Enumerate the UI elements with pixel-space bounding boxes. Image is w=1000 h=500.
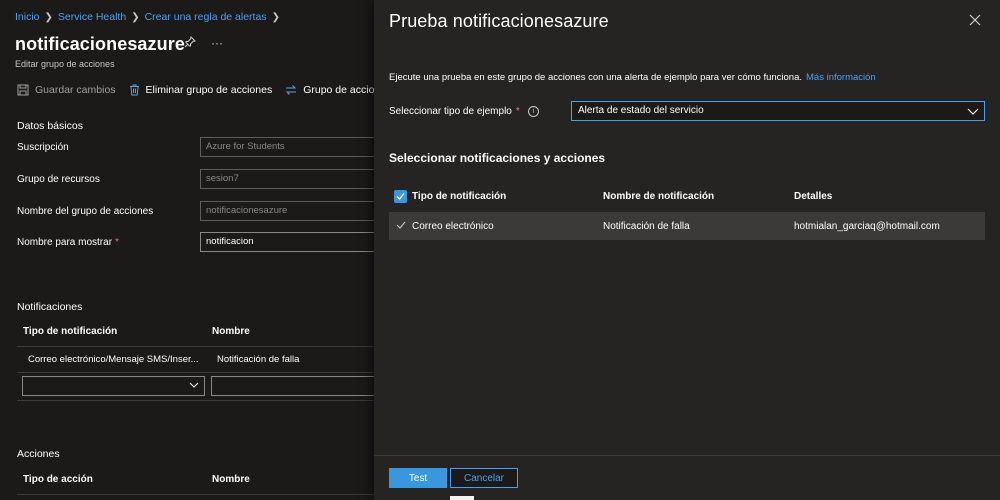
chevron-right-icon: ❯	[131, 11, 140, 23]
breadcrumb-crear-regla[interactable]: Crear una regla de alertas	[145, 11, 267, 23]
breadcrumb-service-health[interactable]: Service Health	[58, 11, 126, 23]
more-info-link[interactable]: Más información	[806, 72, 876, 83]
grid-row-type: Correo electrónico	[412, 221, 494, 232]
display-name-label: Nombre para mostrar *	[17, 237, 119, 248]
breadcrumb-inicio[interactable]: Inicio	[15, 11, 40, 23]
select-all-checkbox[interactable]	[394, 190, 407, 203]
description-text: Ejecute una prueba en este grupo de acci…	[389, 72, 802, 83]
divider	[17, 400, 374, 401]
notif-type-dropdown[interactable]	[22, 376, 205, 396]
notif-row-type: Correo electrónico/Mensaje SMS/Inser...	[28, 354, 199, 365]
subscription-label: Suscripción	[17, 142, 69, 153]
required-marker: *	[515, 106, 520, 117]
check-icon	[396, 193, 405, 200]
basics-heading: Datos básicos	[17, 120, 83, 132]
action-group-blade: Inicio ❯ Service Health ❯ Crear una regl…	[0, 0, 374, 500]
pin-icon[interactable]	[184, 36, 196, 51]
chevron-down-icon	[189, 382, 199, 388]
delete-action-group-button[interactable]: Eliminar grupo de acciones	[129, 84, 273, 96]
panel-description: Ejecute una prueba en este grupo de acci…	[389, 72, 876, 83]
actions-heading: Acciones	[17, 448, 60, 460]
cancel-button[interactable]: Cancelar	[450, 468, 518, 488]
grid-row-name: Notificación de falla	[603, 221, 690, 232]
subscription-field: Azure for Students	[200, 137, 374, 157]
breadcrumb: Inicio ❯ Service Health ❯ Crear una regl…	[15, 11, 285, 23]
notif-col-type: Tipo de notificación	[23, 326, 118, 337]
swap-icon	[285, 84, 297, 96]
title-actions: ···	[184, 36, 223, 51]
display-name-input[interactable]: notificacion	[200, 232, 374, 252]
required-marker: *	[115, 237, 119, 248]
resource-group-label: Grupo de recursos	[17, 174, 100, 185]
delete-label: Eliminar grupo de acciones	[145, 84, 273, 96]
sample-type-label: Seleccionar tipo de ejemplo * i	[389, 106, 539, 117]
section-heading: Seleccionar notificaciones y acciones	[389, 151, 606, 165]
trash-icon	[129, 84, 140, 96]
chevron-right-icon: ❯	[271, 11, 280, 23]
grid-col-details: Detalles	[794, 191, 833, 202]
notif-row-name: Notificación de falla	[217, 354, 300, 365]
test-button[interactable]: Test	[389, 468, 447, 488]
chevron-right-icon: ❯	[44, 11, 53, 23]
more-icon[interactable]: ···	[211, 36, 223, 51]
panel-title: Prueba notificacionesazure	[389, 11, 609, 31]
page-subtitle: Editar grupo de acciones	[15, 59, 115, 69]
save-icon	[17, 84, 29, 96]
close-button[interactable]	[968, 13, 982, 27]
close-icon	[969, 14, 981, 26]
notif-col-name: Nombre	[212, 326, 250, 337]
resource-group-field: sesion7	[200, 169, 374, 189]
footer-divider	[374, 455, 1000, 456]
group-name-field: notificacionesazure	[200, 201, 374, 221]
sample-type-select[interactable]: Alerta de estado del servicio	[571, 101, 985, 121]
action-group-test-button[interactable]: Grupo de acciones de	[285, 84, 374, 96]
action-col-name: Nombre	[212, 474, 250, 485]
grid-col-type: Tipo de notificación	[412, 191, 507, 202]
grid-row[interactable]: Correo electrónico Notificación de falla…	[389, 212, 985, 240]
check-icon[interactable]	[396, 220, 406, 230]
action-col-type: Tipo de acción	[23, 474, 93, 485]
group-label: Grupo de acciones de	[303, 84, 374, 96]
test-panel: Prueba notificacionesazure Ejecute una p…	[374, 0, 1000, 500]
grid-row-details: hotmialan_garciaq@hotmail.com	[794, 221, 940, 232]
info-icon[interactable]: i	[527, 106, 539, 117]
scrollbar-thumb[interactable]	[450, 496, 474, 500]
notif-name-input[interactable]	[211, 376, 374, 396]
chevron-down-icon	[967, 108, 979, 115]
group-name-label: Nombre del grupo de acciones	[17, 206, 154, 217]
divider	[17, 494, 374, 495]
notifications-heading: Notificaciones	[17, 301, 83, 313]
toolbar: Guardar cambios Eliminar grupo de accion…	[17, 84, 374, 96]
sample-type-label-text: Seleccionar tipo de ejemplo	[389, 106, 512, 117]
save-button[interactable]: Guardar cambios	[17, 84, 116, 96]
display-name-label-text: Nombre para mostrar	[17, 237, 113, 248]
sample-type-value: Alerta de estado del servicio	[578, 105, 704, 116]
save-label: Guardar cambios	[35, 84, 116, 96]
grid-col-name: Nombre de notificación	[603, 191, 715, 202]
grid-header: Tipo de notificación Nombre de notificac…	[389, 186, 985, 208]
page-title: notificacionesazure	[15, 34, 185, 54]
divider	[17, 372, 374, 373]
divider	[17, 346, 374, 347]
